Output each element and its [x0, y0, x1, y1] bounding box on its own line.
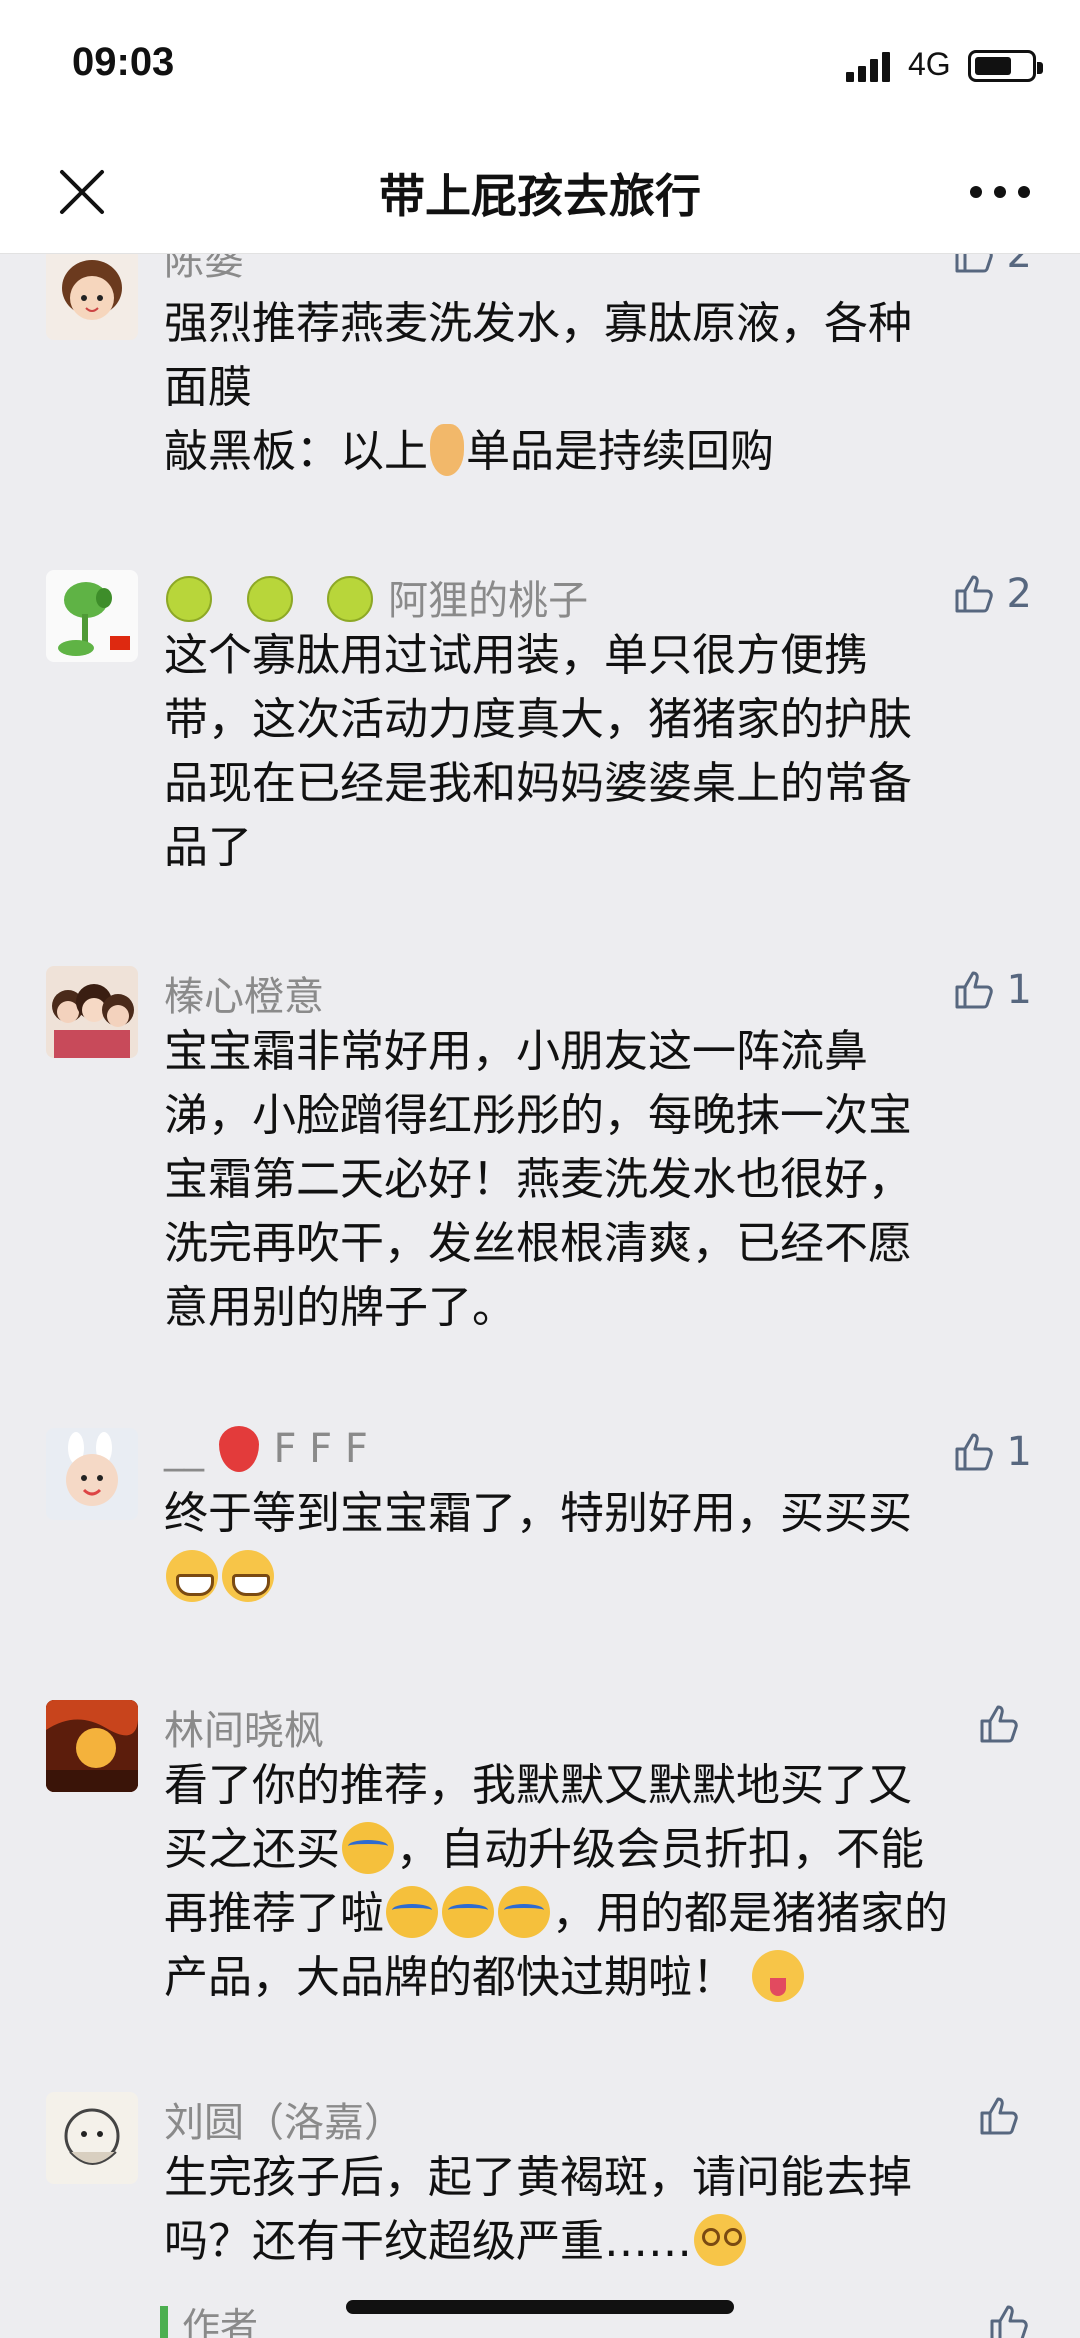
- like-button[interactable]: 2: [951, 254, 1032, 278]
- status-time: 09:03: [72, 40, 175, 84]
- avatar[interactable]: [46, 1700, 138, 1792]
- comment-text-segment: ，自动升级会员折扣，不能: [396, 1824, 924, 1875]
- more-icon[interactable]: [968, 170, 1032, 214]
- tennis-ball-emoji-icon: [166, 576, 212, 622]
- tennis-ball-emoji-icon: [246, 576, 293, 622]
- like-button[interactable]: 1: [951, 966, 1032, 1014]
- tennis-ball-emoji-icon: [327, 576, 374, 622]
- status-bar: 09:03 4G: [0, 0, 1080, 130]
- comment-text: 生完孩子后，起了黄褐斑，请问能去掉 吗？还有干纹超级严重……: [164, 2146, 1024, 2274]
- like-count: 1: [1006, 1429, 1032, 1475]
- like-button[interactable]: 1: [951, 1428, 1032, 1476]
- comment-line: 宝霜第二天必好！燕麦洗发水也很好，: [164, 1154, 912, 1205]
- avatar[interactable]: [46, 2092, 138, 2184]
- comment-text-segment: 敲黑板：以上: [164, 426, 428, 477]
- comment-line: 终于等到宝宝霜了，特别好用，买买买: [164, 1488, 912, 1539]
- grinning-emoji-icon: [166, 1550, 218, 1602]
- comment-line: 强烈推荐燕麦洗发水，寡肽原液，各种: [164, 298, 912, 349]
- comment-line: 品现在已经是我和妈妈婆婆桌上的常备: [164, 758, 912, 809]
- crying-laughing-emoji-icon: [342, 1822, 394, 1874]
- comment-author-name: F F F: [273, 1426, 368, 1472]
- navigation-bar: 带上屁孩去旅行: [0, 130, 1080, 254]
- page-title: 带上屁孩去旅行: [379, 169, 701, 223]
- comment-author[interactable]: __ F F F: [164, 1426, 368, 1472]
- like-button[interactable]: [976, 2092, 1032, 2140]
- author-reply-marker: [160, 2306, 168, 2338]
- pointing-up-emoji-icon: [430, 424, 464, 476]
- avatar[interactable]: [46, 966, 138, 1058]
- comment-line: 品了: [164, 822, 252, 873]
- comment-line: 生完孩子后，起了黄褐斑，请问能去掉: [164, 2152, 912, 2203]
- battery-icon: [968, 50, 1043, 82]
- like-count: 1: [1006, 967, 1032, 1013]
- comment-line: 买之还买 ，自动升级会员折扣，不能: [164, 1818, 1024, 1882]
- comment-text: 强烈推荐燕麦洗发水，寡肽原液，各种 面膜 敲黑板：以上 单品是持续回购: [164, 292, 1024, 484]
- thumbs-up-icon: [955, 1433, 993, 1471]
- comment-line: 敲黑板：以上 单品是持续回购: [164, 420, 1024, 484]
- thumbs-up-icon: [980, 2097, 1018, 2135]
- comment-text: 看了你的推荐，我默默又默默地买了又 买之还买 ，自动升级会员折扣，不能 再推荐了啦…: [164, 1754, 1024, 2010]
- comment-line: 洗完再吹干，发丝根根清爽，已经不愿: [164, 1218, 912, 1269]
- like-button[interactable]: [986, 2300, 1032, 2338]
- thumbs-up-icon: [955, 971, 993, 1009]
- like-count: 2: [1006, 254, 1032, 277]
- comment-line: 这个寡肽用过试用装，单只很方便携: [164, 630, 868, 681]
- avatar[interactable]: [46, 1428, 138, 1520]
- comment-line: 带，这次活动力度真大，猪猪家的护肤: [164, 694, 912, 745]
- comment-author[interactable]: 榛心橙意: [164, 964, 324, 1022]
- thumbs-up-icon: [955, 254, 993, 273]
- comment-text-segment: 产品，大品牌的都快过期啦！: [164, 1952, 736, 2003]
- comment-author[interactable]: 林间晓枫: [164, 1698, 324, 1756]
- comment-text-segment: 吗？还有干纹超级严重……: [164, 2216, 692, 2267]
- comment-author-prefix: __: [164, 1426, 204, 1472]
- comment-line: 看了你的推荐，我默默又默默地买了又: [164, 1760, 912, 1811]
- crying-laughing-emoji-icon: [498, 1886, 550, 1938]
- thumbs-up-icon: [980, 1705, 1018, 1743]
- flushed-emoji-icon: [694, 2214, 746, 2266]
- crying-laughing-emoji-icon: [386, 1886, 438, 1938]
- thumbs-up-icon: [955, 575, 993, 613]
- close-icon[interactable]: [54, 164, 110, 220]
- comment-author[interactable]: 阿狸的桃子: [164, 568, 588, 626]
- comment-text: 终于等到宝宝霜了，特别好用，买买买: [164, 1482, 1024, 1610]
- signal-icon: [846, 52, 890, 82]
- comment-line: 产品，大品牌的都快过期啦！: [164, 1946, 1024, 2010]
- comment-line: 涕，小脸蹭得红彤彤的，每晚抹一次宝: [164, 1090, 912, 1141]
- comment-text: 宝宝霜非常好用，小朋友这一阵流鼻 涕，小脸蹭得红彤彤的，每晚抹一次宝 宝霜第二天…: [164, 1020, 1024, 1340]
- comment-line: 再推荐了啦 ，用的都是猪猪家的: [164, 1882, 1024, 1946]
- like-count: 2: [1006, 571, 1032, 617]
- comment-line: 吗？还有干纹超级严重……: [164, 2210, 1024, 2274]
- comment-text: 这个寡肽用过试用装，单只很方便携 带，这次活动力度真大，猪猪家的护肤 品现在已经…: [164, 624, 1024, 880]
- avatar[interactable]: [46, 254, 138, 340]
- author-reply-label: 作者: [182, 2305, 259, 2338]
- avatar[interactable]: [46, 570, 138, 662]
- strawberry-emoji-icon: [218, 1426, 259, 1472]
- comment-text-segment: 买之还买: [164, 1824, 340, 1875]
- squinting-tongue-emoji-icon: [752, 1950, 804, 2002]
- thumbs-up-icon: [990, 2305, 1028, 2338]
- like-button[interactable]: 2: [951, 570, 1032, 618]
- grinning-emoji-icon: [222, 1550, 274, 1602]
- crying-laughing-emoji-icon: [442, 1886, 494, 1938]
- comment-text-segment: 再推荐了啦: [164, 1888, 384, 1939]
- comment-author[interactable]: 陈婆: [164, 254, 244, 286]
- comment-author-name: 阿狸的桃子: [388, 578, 589, 624]
- comment-line: 面膜: [164, 362, 252, 413]
- comment-author[interactable]: 刘圆（洛嘉）: [164, 2090, 404, 2148]
- comment-line: 意用别的牌子了。: [164, 1282, 516, 1333]
- comment-line: 宝宝霜非常好用，小朋友这一阵流鼻: [164, 1026, 868, 1077]
- network-type: 4G: [908, 46, 951, 82]
- comment-line: [164, 1546, 1024, 1610]
- comment-text-segment: 单品是持续回购: [466, 426, 774, 477]
- comment-feed[interactable]: 陈婆 2 强烈推荐燕麦洗发水，寡肽原液，各种 面膜 敲黑板：以上单品是持续回购: [0, 254, 1080, 2338]
- like-button[interactable]: [976, 1700, 1032, 1748]
- home-indicator[interactable]: [346, 2300, 734, 2314]
- comment-text-segment: ，用的都是猪猪家的: [552, 1888, 948, 1939]
